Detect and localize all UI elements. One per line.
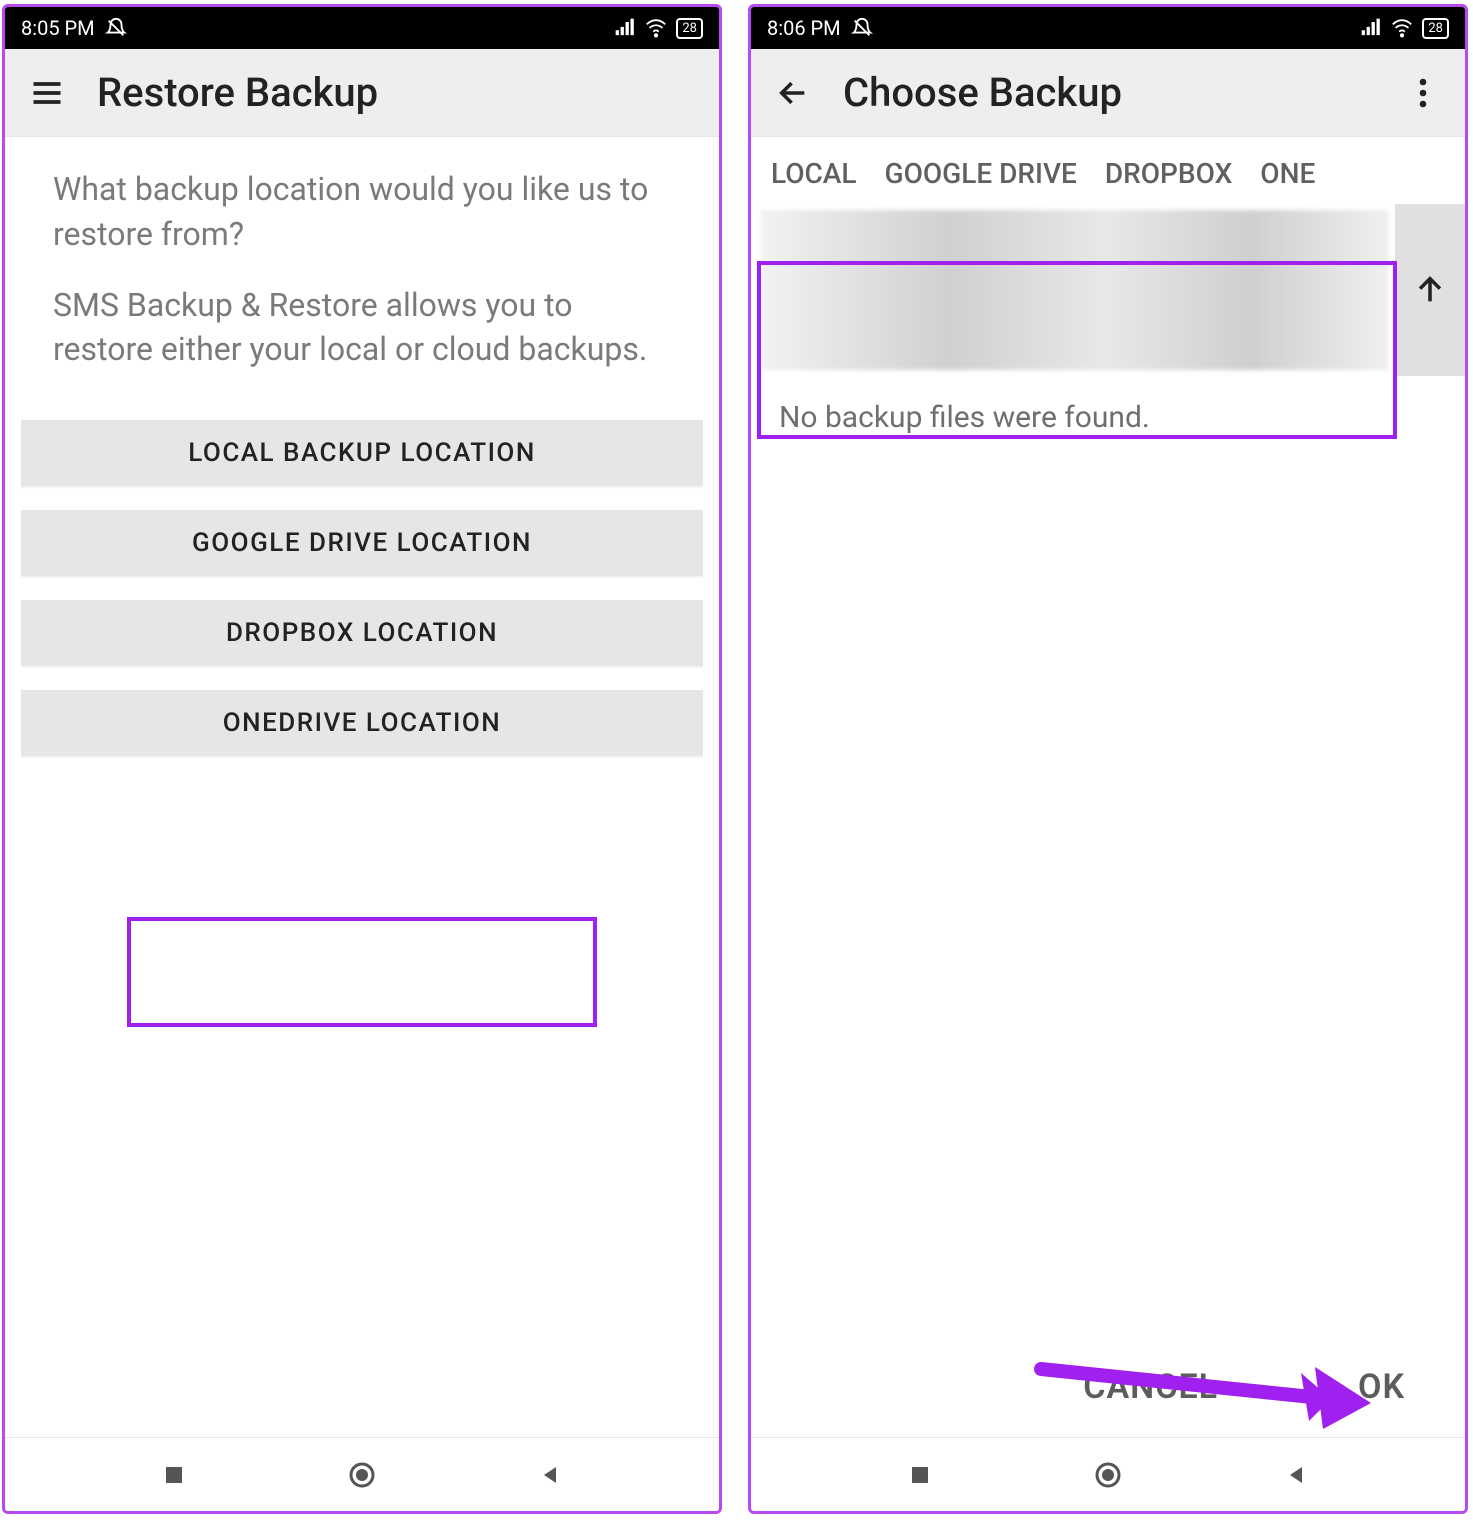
dropbox-button[interactable]: DROPBOX LOCATION [21, 600, 703, 666]
onedrive-button[interactable]: ONEDRIVE LOCATION [21, 690, 703, 756]
menu-icon[interactable] [25, 71, 69, 115]
tab-local[interactable]: LOCAL [771, 157, 857, 190]
status-time: 8:06 PM [767, 16, 841, 40]
navigation-bar [751, 1437, 1465, 1511]
appbar: Restore Backup [5, 49, 719, 137]
signal-icon [1360, 17, 1382, 39]
appbar: Choose Backup [751, 49, 1465, 137]
status-bar: 8:05 PM 28 [5, 7, 719, 49]
description-2: SMS Backup & Restore allows you to resto… [5, 265, 719, 409]
account-info-redacted [761, 210, 1389, 370]
account-row [751, 204, 1465, 376]
tab-dropbox[interactable]: DROPBOX [1105, 157, 1232, 190]
google-drive-button[interactable]: GOOGLE DRIVE LOCATION [21, 510, 703, 576]
dnd-off-icon [851, 17, 873, 39]
folder-up-button[interactable] [1395, 204, 1465, 376]
nav-recent-button[interactable] [154, 1455, 194, 1495]
phone-restore-backup: 8:05 PM 28 Restore Backup [2, 4, 722, 1514]
wifi-icon [1390, 17, 1414, 39]
content-area: LOCAL GOOGLE DRIVE DROPBOX ONE No backup… [751, 137, 1465, 1437]
content-area: What backup location would you like us t… [5, 137, 719, 1437]
local-backup-button[interactable]: LOCAL BACKUP LOCATION [21, 420, 703, 486]
description-1: What backup location would you like us t… [5, 137, 719, 265]
appbar-title: Choose Backup [843, 69, 1122, 116]
status-bar: 8:06 PM 28 [751, 7, 1465, 49]
phone-choose-backup: 8:06 PM 28 Choose Backup [748, 4, 1468, 1514]
battery-icon: 28 [1422, 18, 1449, 39]
cancel-button[interactable]: CANCEL [1083, 1367, 1218, 1407]
ok-button[interactable]: OK [1358, 1367, 1405, 1407]
dialog-actions: CANCEL OK [751, 1347, 1465, 1437]
overflow-menu-icon[interactable] [1401, 71, 1445, 115]
nav-home-button[interactable] [1088, 1455, 1128, 1495]
nav-home-button[interactable] [342, 1455, 382, 1495]
appbar-title: Restore Backup [97, 69, 378, 116]
tab-onedrive[interactable]: ONE [1260, 157, 1315, 190]
dnd-off-icon [105, 17, 127, 39]
navigation-bar [5, 1437, 719, 1511]
nav-back-button[interactable] [531, 1455, 571, 1495]
tab-gdrive[interactable]: GOOGLE DRIVE [885, 157, 1077, 190]
back-icon[interactable] [771, 71, 815, 115]
signal-icon [614, 17, 636, 39]
nav-back-button[interactable] [1277, 1455, 1317, 1495]
battery-icon: 28 [676, 18, 703, 39]
storage-tabs: LOCAL GOOGLE DRIVE DROPBOX ONE [751, 137, 1465, 204]
wifi-icon [644, 17, 668, 39]
nav-recent-button[interactable] [900, 1455, 940, 1495]
status-time: 8:05 PM [21, 16, 95, 40]
empty-state-message: No backup files were found. [751, 376, 1465, 459]
